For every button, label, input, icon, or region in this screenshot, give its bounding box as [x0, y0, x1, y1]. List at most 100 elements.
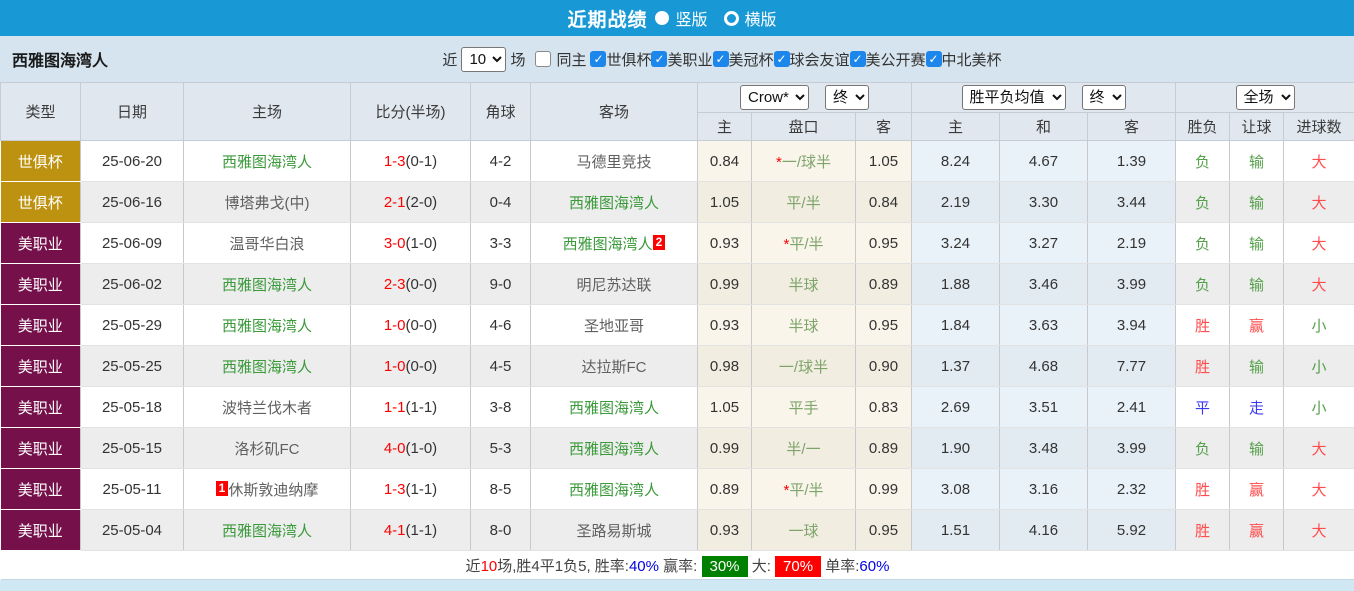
- red-card-badge: 2: [653, 235, 666, 250]
- date-cell: 25-06-09: [81, 223, 184, 264]
- table-row[interactable]: 美职业25-05-18波特兰伐木者1-1(1-1)3-8西雅图海湾人1.05平手…: [1, 387, 1354, 428]
- result-wdl-text: 负: [1195, 277, 1210, 294]
- away-team-name[interactable]: 西雅图海湾人: [569, 400, 659, 417]
- eu-draw-odds: 3.63: [1000, 305, 1088, 346]
- ah-home-odds: 0.98: [698, 346, 752, 387]
- away-cell: 明尼苏达联: [531, 264, 698, 305]
- away-cell: 马德里竞技: [531, 141, 698, 182]
- full-time-score: 3-0: [384, 235, 406, 252]
- away-team-name[interactable]: 圣地亚哥: [584, 318, 644, 335]
- home-team-name[interactable]: 西雅图海湾人: [222, 359, 312, 376]
- handicap-text: 半/一: [786, 441, 820, 458]
- euro-odds-select[interactable]: 胜平负均值: [962, 85, 1066, 110]
- handicap-text: 平/半: [789, 236, 823, 253]
- eu-home-odds: 1.88: [912, 264, 1000, 305]
- eu-away-odds: 3.94: [1088, 305, 1176, 346]
- table-row[interactable]: 美职业25-05-111休斯敦迪纳摩1-3(1-1)8-5西雅图海湾人0.89*…: [1, 469, 1354, 510]
- layout-radio-label[interactable]: 横版: [745, 6, 777, 30]
- date-cell: 25-06-20: [81, 141, 184, 182]
- score-cell: 3-0(1-0): [351, 223, 471, 264]
- away-team-name[interactable]: 西雅图海湾人: [563, 236, 653, 253]
- table-row[interactable]: 美职业25-05-25西雅图海湾人1-0(0-0)4-5达拉斯FC0.98一/球…: [1, 346, 1354, 387]
- away-cell: 西雅图海湾人: [531, 387, 698, 428]
- result-wdl-text: 负: [1195, 441, 1210, 458]
- home-team-name[interactable]: 温哥华白浪: [229, 236, 304, 253]
- result-handicap-text: 赢: [1249, 318, 1264, 335]
- away-team-name[interactable]: 明尼苏达联: [576, 277, 651, 294]
- result-goals-text: 小: [1312, 318, 1327, 335]
- league-label: 美职业: [667, 49, 712, 70]
- away-team-name[interactable]: 西雅图海湾人: [569, 482, 659, 499]
- results-table: 类型 日期 主场 比分(半场) 角球 客场 Crow* 终 胜平负均值 终 全场: [0, 82, 1354, 580]
- corners-cell: 0-4: [471, 182, 531, 223]
- summary-segment: 近: [466, 558, 481, 575]
- ah-line: *平/半: [752, 469, 856, 510]
- away-team-name[interactable]: 圣路易斯城: [576, 523, 651, 540]
- home-team-name[interactable]: 博塔弗戈(中): [225, 195, 310, 212]
- ah-away-odds: 0.95: [856, 510, 912, 551]
- away-team-name[interactable]: 达拉斯FC: [582, 359, 647, 376]
- layout-radio[interactable]: [724, 11, 739, 26]
- league-checkbox[interactable]: ✓: [850, 51, 866, 67]
- home-cell: 西雅图海湾人: [184, 141, 351, 182]
- bookmaker-select[interactable]: Crow*: [740, 85, 809, 110]
- home-team-name[interactable]: 西雅图海湾人: [222, 318, 312, 335]
- away-team-name[interactable]: 西雅图海湾人: [569, 195, 659, 212]
- score-cell: 4-0(1-0): [351, 428, 471, 469]
- half-time-score: (1-1): [406, 481, 438, 498]
- league-checkbox[interactable]: ✓: [774, 51, 790, 67]
- eu-away-odds: 7.77: [1088, 346, 1176, 387]
- team-name: 西雅图海湾人: [12, 47, 108, 71]
- handicap-text: 半球: [788, 277, 818, 294]
- layout-radio-label[interactable]: 竖版: [675, 6, 707, 30]
- home-cell: 西雅图海湾人: [184, 264, 351, 305]
- away-cell: 西雅图海湾人: [531, 428, 698, 469]
- score-cell: 2-3(0-0): [351, 264, 471, 305]
- result-wdl: 负: [1176, 223, 1230, 264]
- result-handicap-text: 输: [1249, 195, 1264, 212]
- table-row[interactable]: 美职业25-05-29西雅图海湾人1-0(0-0)4-6圣地亚哥0.93半球0.…: [1, 305, 1354, 346]
- table-row[interactable]: 美职业25-05-15洛杉矶FC4-0(1-0)5-3西雅图海湾人0.99半/一…: [1, 428, 1354, 469]
- col-away: 客场: [531, 83, 698, 141]
- same-home-checkbox[interactable]: [535, 51, 551, 67]
- table-row[interactable]: 美职业25-06-02西雅图海湾人2-3(0-0)9-0明尼苏达联0.99半球0…: [1, 264, 1354, 305]
- table-row[interactable]: 美职业25-06-09温哥华白浪3-0(1-0)3-3西雅图海湾人20.93*平…: [1, 223, 1354, 264]
- handicap-text: 平/半: [789, 482, 823, 499]
- league-checkbox[interactable]: ✓: [926, 51, 942, 67]
- home-team-name[interactable]: 西雅图海湾人: [222, 154, 312, 171]
- ah-away-odds: 0.95: [856, 305, 912, 346]
- league-checkbox[interactable]: ✓: [590, 51, 606, 67]
- league-badge: 美职业: [1, 223, 81, 264]
- eu-home-odds: 1.90: [912, 428, 1000, 469]
- date-cell: 25-05-04: [81, 510, 184, 551]
- table-row[interactable]: 世俱杯25-06-16博塔弗戈(中)2-1(2-0)0-4西雅图海湾人1.05平…: [1, 182, 1354, 223]
- ah-time-select[interactable]: 终: [825, 85, 869, 110]
- league-checkbox[interactable]: ✓: [651, 51, 667, 67]
- recent-count-select[interactable]: 10: [461, 47, 506, 72]
- result-goals: 大: [1284, 428, 1354, 469]
- home-team-name[interactable]: 休斯敦迪纳摩: [228, 482, 318, 499]
- away-team-name[interactable]: 西雅图海湾人: [569, 441, 659, 458]
- league-label: 球会友谊: [790, 49, 850, 70]
- eu-away-odds: 2.32: [1088, 469, 1176, 510]
- league-checkbox[interactable]: ✓: [713, 51, 729, 67]
- result-handicap-text: 赢: [1249, 482, 1264, 499]
- eu-home-odds: 8.24: [912, 141, 1000, 182]
- home-team-name[interactable]: 波特兰伐木者: [222, 400, 312, 417]
- home-team-name[interactable]: 西雅图海湾人: [222, 277, 312, 294]
- layout-radio[interactable]: [655, 11, 669, 25]
- half-time-score: (1-0): [406, 235, 438, 252]
- table-row[interactable]: 美职业25-05-04西雅图海湾人4-1(1-1)8-0圣路易斯城0.93一球0…: [1, 510, 1354, 551]
- table-row[interactable]: 世俱杯25-06-20西雅图海湾人1-3(0-1)4-2马德里竞技0.84*一/…: [1, 141, 1354, 182]
- eu-time-select[interactable]: 终: [1082, 85, 1126, 110]
- away-team-name[interactable]: 马德里竞技: [576, 154, 651, 171]
- ah-line: *平/半: [752, 223, 856, 264]
- corners-cell: 8-5: [471, 469, 531, 510]
- home-team-name[interactable]: 西雅图海湾人: [222, 523, 312, 540]
- scope-select[interactable]: 全场: [1236, 85, 1295, 110]
- col-ah-away: 客: [856, 113, 912, 141]
- result-wdl-text: 胜: [1195, 359, 1210, 376]
- eu-away-odds: 3.99: [1088, 428, 1176, 469]
- home-team-name[interactable]: 洛杉矶FC: [235, 441, 300, 458]
- league-badge: 美职业: [1, 428, 81, 469]
